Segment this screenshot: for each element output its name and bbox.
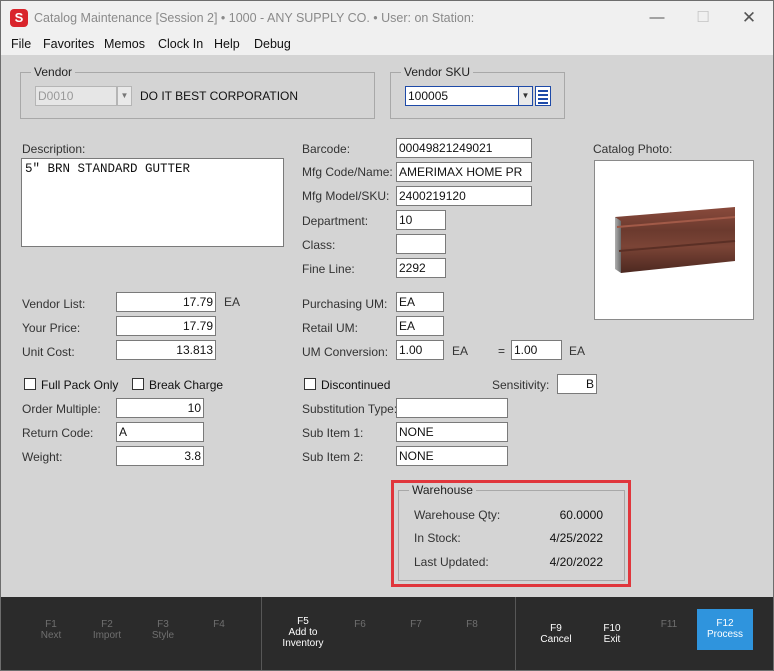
sensitivity-field[interactable]: B — [557, 374, 597, 394]
vendor-sku-select[interactable]: 100005 — [405, 86, 519, 106]
vendor-name: DO IT BEST CORPORATION — [140, 89, 299, 103]
f3-style-button[interactable]: F3 Style — [138, 619, 188, 641]
mfg-model-field[interactable]: 2400219120 — [396, 186, 532, 206]
discontinued-label: Discontinued — [321, 378, 391, 392]
menu-help[interactable]: Help — [214, 37, 240, 51]
catalog-photo-label: Catalog Photo: — [593, 142, 673, 156]
mfg-code-label: Mfg Code/Name: — [302, 165, 393, 179]
fkey-separator — [515, 597, 516, 670]
description-label: Description: — [22, 142, 86, 156]
class-label: Class: — [302, 238, 336, 252]
substitution-type-field[interactable] — [396, 398, 508, 418]
your-price-field[interactable]: 17.79 — [116, 316, 216, 336]
um-conversion-label: UM Conversion: — [302, 345, 389, 359]
fine-line-field[interactable]: 2292 — [396, 258, 446, 278]
weight-label: Weight: — [22, 450, 63, 464]
function-key-bar: F1 Next F2 Import F3 Style F4 F5 Add to Inven… — [1, 597, 773, 670]
full-pack-only-label: Full Pack Only — [41, 378, 119, 392]
maximize-button[interactable]: ☐ — [683, 5, 723, 31]
vendor-group-label: Vendor — [31, 65, 76, 79]
vendor-sku-list-icon[interactable] — [535, 86, 551, 106]
vendor-list-unit: EA — [224, 295, 241, 309]
last-updated-value: 4/20/2022 — [549, 555, 603, 569]
catalog-maintenance-window: S Catalog Maintenance [Session 2] • 1000… — [0, 0, 774, 671]
department-field[interactable]: 10 — [396, 210, 446, 230]
discontinued-checkbox[interactable] — [304, 378, 316, 390]
weight-field[interactable]: 3.8 — [116, 446, 204, 466]
warehouse-qty-value: 60.0000 — [559, 508, 603, 522]
gutter-product-image — [615, 207, 736, 273]
retail-um-field[interactable]: EA — [396, 316, 444, 336]
your-price-label: Your Price: — [22, 321, 81, 335]
fine-line-label: Fine Line: — [302, 262, 355, 276]
description-textarea[interactable]: 5" BRN STANDARD GUTTER — [21, 158, 284, 247]
in-stock-value: 4/25/2022 — [549, 531, 603, 545]
close-button[interactable]: ✕ — [729, 5, 769, 31]
vendor-code-select[interactable]: D0010 — [35, 86, 117, 106]
fkey-separator — [261, 597, 262, 670]
sub-item-1-label: Sub Item 1: — [302, 426, 364, 440]
return-code-field[interactable]: A — [116, 422, 204, 442]
substitution-type-label: Substitution Type: — [302, 402, 398, 416]
break-charge-label: Break Charge — [149, 378, 224, 392]
um-conversion-equals: = — [498, 344, 506, 358]
menu-debug[interactable]: Debug — [254, 37, 291, 51]
purchasing-um-field[interactable]: EA — [396, 292, 444, 312]
f4-button[interactable]: F4 — [194, 619, 244, 630]
mfg-model-label: Mfg Model/SKU: — [302, 189, 390, 203]
f9-cancel-button[interactable]: F9 Cancel — [531, 623, 581, 645]
in-stock-label: In Stock: — [414, 531, 461, 545]
vendor-dropdown-arrow-icon[interactable]: ▼ — [117, 86, 132, 106]
sensitivity-label: Sensitivity: — [492, 378, 550, 392]
f7-button[interactable]: F7 — [391, 619, 441, 630]
f10-exit-button[interactable]: F10 Exit — [587, 623, 637, 645]
app-logo-icon: S — [10, 9, 28, 27]
vendor-list-label: Vendor List: — [22, 297, 86, 311]
um-conversion-unit: EA — [452, 344, 469, 358]
title-bar: S Catalog Maintenance [Session 2] • 1000… — [1, 1, 773, 35]
mfg-code-field[interactable]: AMERIMAX HOME PR — [396, 162, 532, 182]
f2-import-button[interactable]: F2 Import — [82, 619, 132, 641]
menu-bar: File Favorites Memos Clock In Help Debug — [1, 35, 773, 55]
warehouse-group-label: Warehouse — [409, 483, 476, 497]
break-charge-checkbox[interactable] — [132, 378, 144, 390]
vendor-list-field[interactable]: 17.79 — [116, 292, 216, 312]
menu-memos[interactable]: Memos — [104, 37, 145, 51]
um-conversion-field[interactable]: 1.00 — [396, 340, 444, 360]
sub-item-2-field[interactable]: NONE — [396, 446, 508, 466]
sub-item-1-field[interactable]: NONE — [396, 422, 508, 442]
return-code-label: Return Code: — [22, 426, 94, 440]
f12-process-button[interactable]: F12 Process — [697, 609, 753, 650]
f1-next-button[interactable]: F1 Next — [26, 619, 76, 641]
class-field[interactable] — [396, 234, 446, 254]
f8-button[interactable]: F8 — [447, 619, 497, 630]
menu-favorites[interactable]: Favorites — [43, 37, 94, 51]
barcode-field[interactable]: 00049821249021 — [396, 138, 532, 158]
f5-add-to-inventory-button[interactable]: F5 Add to Inventory — [278, 616, 328, 649]
purchasing-um-label: Purchasing UM: — [302, 297, 388, 311]
full-pack-only-checkbox[interactable] — [24, 378, 36, 390]
sub-item-2-label: Sub Item 2: — [302, 450, 364, 464]
um-conversion-unit-2: EA — [569, 344, 586, 358]
retail-um-label: Retail UM: — [302, 321, 359, 335]
catalog-photo — [594, 160, 754, 320]
order-multiple-field[interactable]: 10 — [116, 398, 204, 418]
vendor-sku-group-label: Vendor SKU — [401, 65, 474, 79]
last-updated-label: Last Updated: — [414, 555, 489, 569]
order-multiple-label: Order Multiple: — [22, 402, 101, 416]
window-title: Catalog Maintenance [Session 2] • 1000 -… — [34, 11, 475, 25]
department-label: Department: — [302, 214, 369, 228]
unit-cost-field[interactable]: 13.813 — [116, 340, 216, 360]
warehouse-qty-label: Warehouse Qty: — [414, 508, 501, 522]
f11-button[interactable]: F11 — [644, 619, 694, 630]
minimize-button[interactable]: — — [637, 5, 677, 31]
menu-clock-in[interactable]: Clock In — [158, 37, 203, 51]
menu-file[interactable]: File — [11, 37, 31, 51]
vendor-sku-dropdown-arrow-icon[interactable]: ▼ — [518, 86, 533, 106]
um-conversion-retail-field[interactable]: 1.00 — [511, 340, 562, 360]
unit-cost-label: Unit Cost: — [22, 345, 75, 359]
f6-button[interactable]: F6 — [335, 619, 385, 630]
barcode-label: Barcode: — [302, 142, 351, 156]
